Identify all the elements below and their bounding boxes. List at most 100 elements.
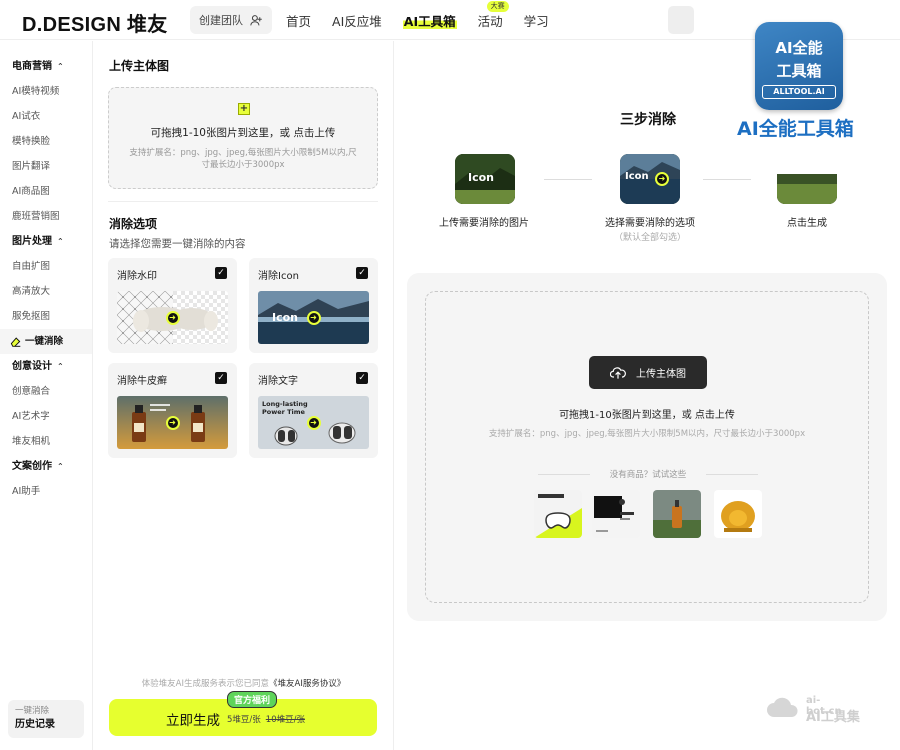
sidebar-item-ai-product-image[interactable]: AI商品图: [0, 179, 92, 204]
add-user-icon: [250, 14, 262, 25]
sample-thumb-armchair[interactable]: [714, 490, 762, 538]
upload-section-title: 上传主体图: [109, 59, 170, 73]
sample-thumb-product-launch[interactable]: [592, 490, 640, 538]
cloud-icon: [767, 697, 798, 717]
watermark-example-image: ➜: [117, 291, 228, 344]
nav-home[interactable]: 首页: [286, 11, 311, 30]
badge-line1: AI全能: [775, 39, 823, 57]
upload-sub-text: 支持扩展名：png、jpg、jpeg,每张图片大小限制5M以内，尺寸最长边小于3…: [488, 429, 806, 439]
agreement-text: 体验堆友AI生成服务表示您已同意《堆友AI服务协议》: [94, 677, 393, 689]
cloud-upload-icon: [610, 366, 626, 379]
plus-icon: +: [238, 103, 250, 115]
agreement-prefix: 体验堆友AI生成服务表示您已同意: [141, 679, 269, 689]
icon-overlay-text: Icon: [272, 311, 299, 324]
main-upload-dropzone[interactable]: 上传主体图 可拖拽1-10张图片到这里，或 点击上传 支持扩展名：png、jpg…: [425, 291, 869, 603]
nav-events[interactable]: 活动 大赛: [477, 0, 509, 30]
sidebar-group-image-processing[interactable]: 图片处理 ⌃: [0, 229, 92, 254]
sidebar-group-creative-design[interactable]: 创意设计 ⌃: [0, 354, 92, 379]
sidebar-item-ai-model-video[interactable]: AI模特视频: [0, 79, 92, 104]
old-price: 10堆豆/张: [265, 715, 305, 725]
site-logo[interactable]: D.DESIGN 堆友: [22, 8, 168, 37]
arrow-right-icon: ➜: [165, 415, 180, 430]
nav-events-label: 活动: [477, 13, 503, 29]
sidebar-group-label: 创意设计: [12, 361, 52, 372]
create-team-button[interactable]: 创建团队: [190, 6, 272, 34]
sidebar-item-creative-fusion[interactable]: 创意融合: [0, 379, 92, 404]
create-team-label: 创建团队: [199, 14, 243, 27]
options-title: 消除选项: [109, 217, 158, 231]
badge-line3: ALLTOOL.AI: [762, 85, 836, 99]
sidebar-item-luban-marketing[interactable]: 鹿班营销图: [0, 204, 92, 229]
nav-ai-reactor-label: AI反应堆: [332, 13, 382, 29]
service-agreement-link[interactable]: 《堆友AI服务协议》: [269, 679, 345, 689]
sidebar-item-hd-upscale[interactable]: 高清放大: [0, 279, 92, 304]
checkbox-checked-icon[interactable]: ✓: [215, 267, 227, 279]
generate-button[interactable]: 官方福利 立即生成 5堆豆/张 10堆豆/张: [109, 691, 377, 736]
chevron-up-icon: ⌃: [57, 362, 64, 371]
text-overlay: Long-lasting Power Time: [262, 400, 308, 416]
option-card-text[interactable]: 消除文字 ✓ Long-lasting Power Time ➜: [249, 363, 378, 458]
eraser-icon: [10, 337, 21, 347]
chevron-up-icon: ⌃: [57, 62, 64, 71]
history-label: 历史记录: [15, 719, 55, 730]
arrow-right-icon: ➜: [165, 310, 180, 325]
step2-image: Icon ➜: [620, 154, 680, 204]
upload-main-text: 可拖拽1-10张图片到这里，或 点击上传: [559, 410, 735, 421]
upload-button-label: 上传主体图: [636, 369, 686, 380]
icon-example-image: Icon ➜: [258, 291, 369, 344]
history-caption: 一键消除: [15, 706, 50, 716]
main-nav: 首页 AI反应堆 AI工具箱 活动 大赛 学习: [286, 0, 570, 40]
user-menu-button[interactable]: [668, 6, 694, 34]
nav-ai-reactor[interactable]: AI反应堆: [332, 11, 382, 30]
sidebar-group-ecommerce[interactable]: 电商营销 ⌃: [0, 54, 92, 79]
sidebar-item-one-click-erase[interactable]: 一键消除: [0, 329, 92, 354]
history-button[interactable]: 一键消除 历史记录: [8, 700, 84, 738]
option-card-sticker-ads[interactable]: 消除牛皮癣 ✓ ➜: [108, 363, 237, 458]
sample-thumb-gamepad[interactable]: [534, 490, 582, 538]
step2-label: 选择需要消除的选项: [605, 218, 695, 229]
nav-learn-label: 学习: [523, 13, 549, 29]
option-card-watermark[interactable]: 消除水印 ✓ ➜: [108, 258, 237, 353]
option-label: 消除文字: [258, 376, 298, 387]
sidebar-item-duiyou-camera[interactable]: 堆友相机: [0, 429, 92, 454]
sidebar-item-ai-art-text[interactable]: AI艺术字: [0, 404, 92, 429]
sidebar-item-ai-assistant[interactable]: AI助手: [0, 479, 92, 504]
option-label: 消除水印: [117, 271, 157, 282]
events-badge: 大赛: [486, 0, 509, 12]
option-card-icon[interactable]: 消除Icon ✓ Icon ➜: [249, 258, 378, 353]
upload-main-image-button[interactable]: 上传主体图: [589, 356, 707, 389]
badge-line2: 工具箱: [776, 62, 822, 80]
sidebar-item-free-expand[interactable]: 自由扩图: [0, 254, 92, 279]
generate-label: 立即生成: [166, 713, 220, 729]
arrow-right-icon: ➜: [306, 415, 321, 430]
nav-ai-toolbox[interactable]: AI工具箱: [402, 11, 457, 30]
step2-sub: （默认全部勾选）: [613, 233, 686, 243]
step-connector: [703, 179, 751, 180]
upload-dropzone[interactable]: + 可拖拽1-10张图片到这里，或 点击上传 支持扩展名：png、jpg、jpe…: [108, 87, 378, 189]
option-label: 消除Icon: [258, 271, 299, 282]
option-label: 消除牛皮癣: [117, 376, 167, 387]
sidebar-item-cutout[interactable]: 服免抠图: [0, 304, 92, 329]
chevron-up-icon: ⌃: [57, 462, 64, 471]
sidebar-group-label: 电商营销: [12, 61, 52, 72]
sidebar-item-model-face-swap[interactable]: 模特换脸: [0, 129, 92, 154]
sidebar-item-ai-try-on[interactable]: AI试衣: [0, 104, 92, 129]
sidebar-group-label: 图片处理: [12, 236, 52, 247]
sidebar-group-label: 文案创作: [12, 461, 52, 472]
checkbox-checked-icon[interactable]: ✓: [356, 267, 368, 279]
main-upload-panel: 上传主体图 可拖拽1-10张图片到这里，或 点击上传 支持扩展名：png、jpg…: [407, 273, 887, 621]
sidebar-item-image-translate[interactable]: 图片翻译: [0, 154, 92, 179]
step1-image: Icon: [455, 154, 515, 204]
current-price: 5堆豆/张: [227, 715, 261, 725]
checkbox-checked-icon[interactable]: ✓: [356, 372, 368, 384]
sidebar-group-copywriting[interactable]: 文案创作 ⌃: [0, 454, 92, 479]
official-benefit-tag: 官方福利: [227, 691, 278, 708]
alltool-badge-logo: AI全能 工具箱 ALLTOOL.AI: [755, 22, 843, 110]
chevron-up-icon: ⌃: [57, 237, 64, 246]
watermark-name: AI工具集: [806, 710, 860, 725]
arrow-right-icon: ➜: [655, 172, 669, 186]
sample-thumb-bottle[interactable]: [653, 490, 701, 538]
nav-learn[interactable]: 学习: [524, 11, 549, 30]
price-text: 5堆豆/张 10堆豆/张: [227, 713, 305, 725]
checkbox-checked-icon[interactable]: ✓: [215, 372, 227, 384]
